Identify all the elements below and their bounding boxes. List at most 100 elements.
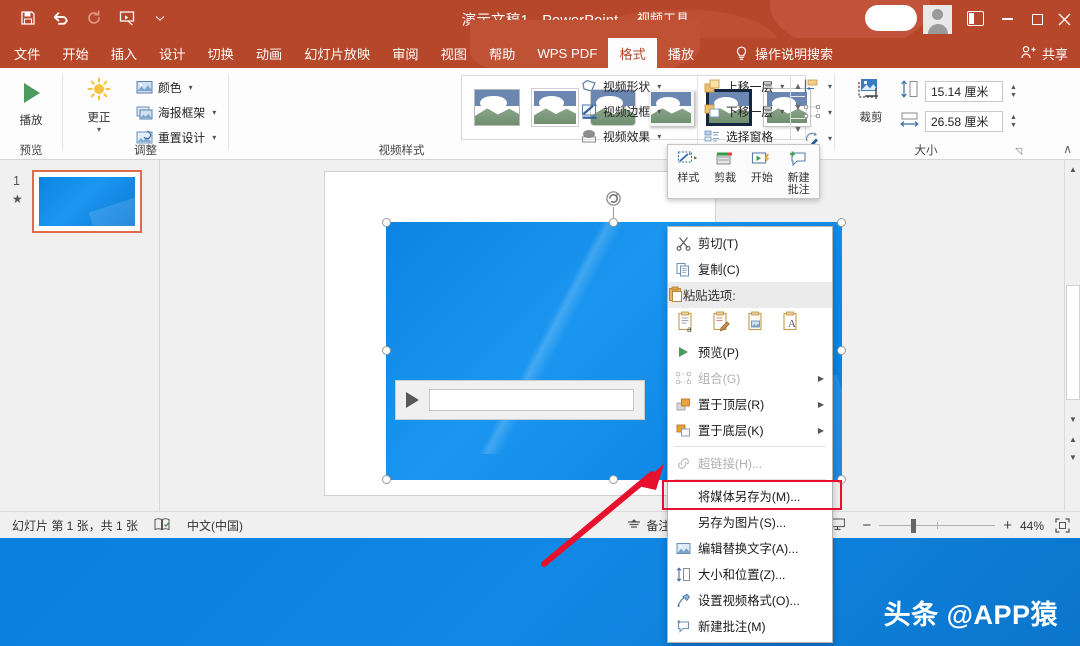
selection-handle-e[interactable]: [837, 346, 846, 355]
tab-playback[interactable]: 播放: [657, 38, 705, 68]
account-pill[interactable]: [865, 5, 917, 31]
slide-thumbnail-1[interactable]: [32, 170, 142, 233]
zoom-out-button[interactable]: −: [862, 517, 871, 534]
menu-item-format-video[interactable]: 设置视频格式(O)...: [668, 587, 832, 613]
next-slide-icon[interactable]: ▼: [1066, 450, 1080, 465]
tab-format[interactable]: 格式: [608, 38, 656, 68]
selection-handle-nw[interactable]: [382, 218, 391, 227]
zoom-slider[interactable]: [879, 512, 995, 539]
color-button[interactable]: 颜色 ▾: [136, 76, 216, 99]
ribbon-display-options-icon[interactable]: [967, 11, 984, 26]
video-shape-button[interactable]: 视频形状 ▾: [581, 75, 661, 98]
tab-slideshow[interactable]: 幻灯片放映: [293, 38, 381, 68]
zoom-controls[interactable]: − + 44%: [862, 512, 1044, 539]
shape-height-control[interactable]: 15.14 厘米 ▲▼: [900, 80, 1019, 103]
tab-file[interactable]: 文件: [0, 38, 51, 68]
chevron-down-icon[interactable]: ▾: [780, 82, 784, 91]
zoom-in-button[interactable]: +: [1003, 517, 1012, 534]
tab-review[interactable]: 审阅: [381, 38, 429, 68]
mini-new-comment-button[interactable]: 新建 批注: [780, 149, 817, 196]
menu-item-size-and-position[interactable]: 大小和位置(Z)...: [668, 561, 832, 587]
zoom-slider-thumb[interactable]: [911, 519, 916, 533]
tab-transitions[interactable]: 切换: [197, 38, 245, 68]
menu-item-preview[interactable]: 预览(P): [668, 339, 832, 365]
share-button[interactable]: 共享: [1021, 38, 1068, 68]
menu-item-copy[interactable]: 复制(C): [668, 256, 832, 282]
poster-frame-button[interactable]: 海报框架 ▾: [136, 101, 216, 124]
scrollbar-thumb[interactable]: [1066, 285, 1080, 400]
menu-item-send-to-back[interactable]: 置于底层(K) ▶: [668, 417, 832, 443]
video-playback-controls[interactable]: [395, 380, 645, 420]
fit-slide-icon[interactable]: [1055, 518, 1070, 533]
chevron-down-icon[interactable]: ▾: [657, 132, 661, 141]
tab-animations[interactable]: 动画: [245, 38, 293, 68]
mini-toolbar[interactable]: 样式 剪裁 开始 新建 批注: [667, 144, 820, 199]
keep-source-formatting-icon[interactable]: a: [676, 311, 697, 334]
chevron-down-icon[interactable]: ▾: [780, 107, 784, 116]
picture-icon[interactable]: [746, 311, 767, 334]
scroll-down-icon[interactable]: ▼: [1066, 412, 1080, 427]
slide-pane-scrollbar[interactable]: ▲ ▼ ▲ ▼: [1064, 160, 1080, 511]
tab-home[interactable]: 开始: [51, 38, 99, 68]
chevron-down-icon[interactable]: ▾: [657, 82, 661, 91]
size-dialog-launcher[interactable]: ◹: [1015, 146, 1022, 157]
tab-design[interactable]: 设计: [148, 38, 196, 68]
video-play-icon[interactable]: [406, 392, 419, 408]
slide-canvas[interactable]: [324, 171, 716, 496]
merge-formatting-icon[interactable]: [711, 311, 732, 334]
width-spinner[interactable]: ▲▼: [1008, 111, 1019, 132]
collapse-ribbon-button[interactable]: ∧: [1063, 142, 1072, 156]
selection-handle-se[interactable]: [837, 475, 846, 484]
previous-slide-icon[interactable]: ▲: [1066, 432, 1080, 447]
bring-forward-button[interactable]: 上移一层 ▾: [704, 75, 784, 98]
tab-insert[interactable]: 插入: [100, 38, 148, 68]
selection-handle-ne[interactable]: [837, 218, 846, 227]
chevron-down-icon[interactable]: ▾: [189, 83, 193, 92]
tell-me-search[interactable]: 操作说明搜索: [735, 38, 833, 68]
keep-text-only-icon[interactable]: A: [781, 311, 802, 334]
mini-trim-button[interactable]: 剪裁: [707, 149, 744, 184]
paste-options-row[interactable]: a A: [668, 308, 832, 339]
menu-item-cut[interactable]: 剪切(T): [668, 230, 832, 256]
close-button[interactable]: [1048, 7, 1080, 31]
group-button[interactable]: ▾: [804, 101, 832, 124]
chevron-down-icon[interactable]: ▾: [828, 108, 832, 117]
video-style-thumb[interactable]: [532, 89, 578, 126]
shape-width-control[interactable]: 26.58 厘米 ▲▼: [900, 110, 1019, 133]
minimize-button[interactable]: [992, 7, 1022, 31]
tab-help[interactable]: 帮助: [478, 38, 526, 68]
chevron-down-icon[interactable]: ▾: [212, 108, 216, 117]
menu-item-new-comment[interactable]: 新建批注(M): [668, 613, 832, 639]
accessibility-check-icon[interactable]: [154, 517, 171, 534]
scroll-up-icon[interactable]: ▲: [1066, 162, 1080, 177]
video-effects-button[interactable]: 视频效果 ▾: [581, 125, 661, 148]
chevron-down-icon[interactable]: ▾: [828, 82, 832, 91]
video-style-thumb[interactable]: [474, 89, 520, 126]
tab-view[interactable]: 视图: [430, 38, 478, 68]
play-button[interactable]: 播放: [3, 80, 59, 128]
send-backward-button[interactable]: 下移一层 ▾: [704, 100, 784, 123]
selection-handle-n[interactable]: [609, 218, 618, 227]
video-progress-track[interactable]: [429, 389, 634, 411]
tab-wps-pdf[interactable]: WPS PDF: [526, 38, 608, 68]
shape-height-input[interactable]: 15.14 厘米: [925, 81, 1003, 102]
menu-item-save-media-as[interactable]: 将媒体另存为(M)...: [668, 483, 832, 509]
height-spinner[interactable]: ▲▼: [1008, 81, 1019, 102]
menu-item-save-as-picture[interactable]: 另存为图片(S)...: [668, 509, 832, 535]
rotate-handle[interactable]: [605, 190, 622, 207]
video-border-button[interactable]: 视频边框 ▾: [581, 100, 661, 123]
slide-indicator[interactable]: 幻灯片 第 1 张，共 1 张: [12, 517, 138, 534]
zoom-level-label[interactable]: 44%: [1020, 519, 1044, 533]
menu-item-edit-alt-text[interactable]: 编辑替换文字(A)...: [668, 535, 832, 561]
corrections-caret-icon[interactable]: ▾: [97, 125, 101, 134]
language-indicator[interactable]: 中文(中国): [187, 517, 243, 534]
selection-handle-sw[interactable]: [382, 475, 391, 484]
shape-width-input[interactable]: 26.58 厘米: [925, 111, 1003, 132]
avatar[interactable]: [923, 5, 952, 34]
chevron-down-icon[interactable]: ▾: [212, 133, 216, 142]
align-button[interactable]: ▾: [804, 75, 832, 98]
crop-button[interactable]: 裁剪: [848, 77, 894, 125]
menu-item-bring-to-front[interactable]: 置于顶层(R) ▶: [668, 391, 832, 417]
selection-handle-w[interactable]: [382, 346, 391, 355]
mini-start-button[interactable]: 开始: [744, 149, 781, 184]
